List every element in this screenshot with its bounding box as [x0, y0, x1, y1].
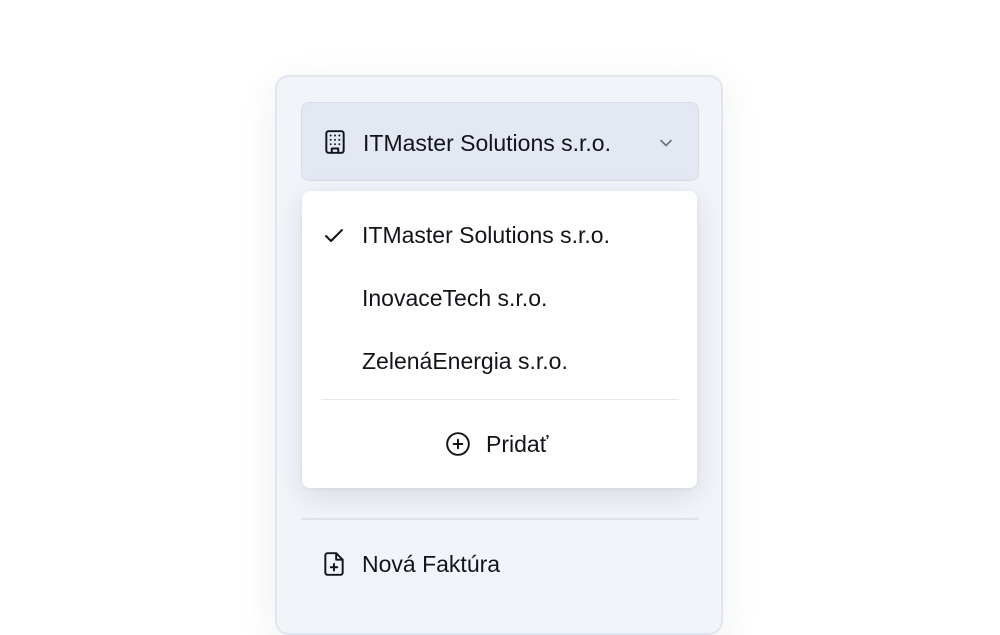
- plus-circle-icon: [445, 431, 471, 457]
- panel-divider: [301, 518, 699, 520]
- add-company-button[interactable]: Pridať: [302, 415, 697, 471]
- file-plus-icon: [321, 551, 347, 577]
- menu-divider: [321, 399, 679, 400]
- company-option-label: ZelenáEnergia s.r.o.: [362, 348, 568, 374]
- company-option-label: ITMaster Solutions s.r.o.: [362, 222, 610, 248]
- company-option-zelenaenergia[interactable]: ZelenáEnergia s.r.o.: [302, 333, 697, 389]
- building-icon: [322, 129, 348, 155]
- check-icon: [322, 224, 346, 248]
- chevron-down-icon: [656, 133, 676, 153]
- company-dropdown-menu: ITMaster Solutions s.r.o. InovaceTech s.…: [302, 191, 697, 488]
- selected-company-name: ITMaster Solutions s.r.o.: [363, 130, 611, 156]
- add-company-label: Pridať: [486, 431, 549, 457]
- company-switcher[interactable]: ITMaster Solutions s.r.o.: [301, 102, 699, 181]
- new-invoice-label: Nová Faktúra: [362, 551, 501, 577]
- company-option-label: InovaceTech s.r.o.: [362, 285, 548, 311]
- company-option-inovacetech[interactable]: InovaceTech s.r.o.: [302, 270, 697, 326]
- new-invoice-button[interactable]: Nová Faktúra: [301, 535, 699, 591]
- company-option-itmaster[interactable]: ITMaster Solutions s.r.o.: [302, 207, 697, 263]
